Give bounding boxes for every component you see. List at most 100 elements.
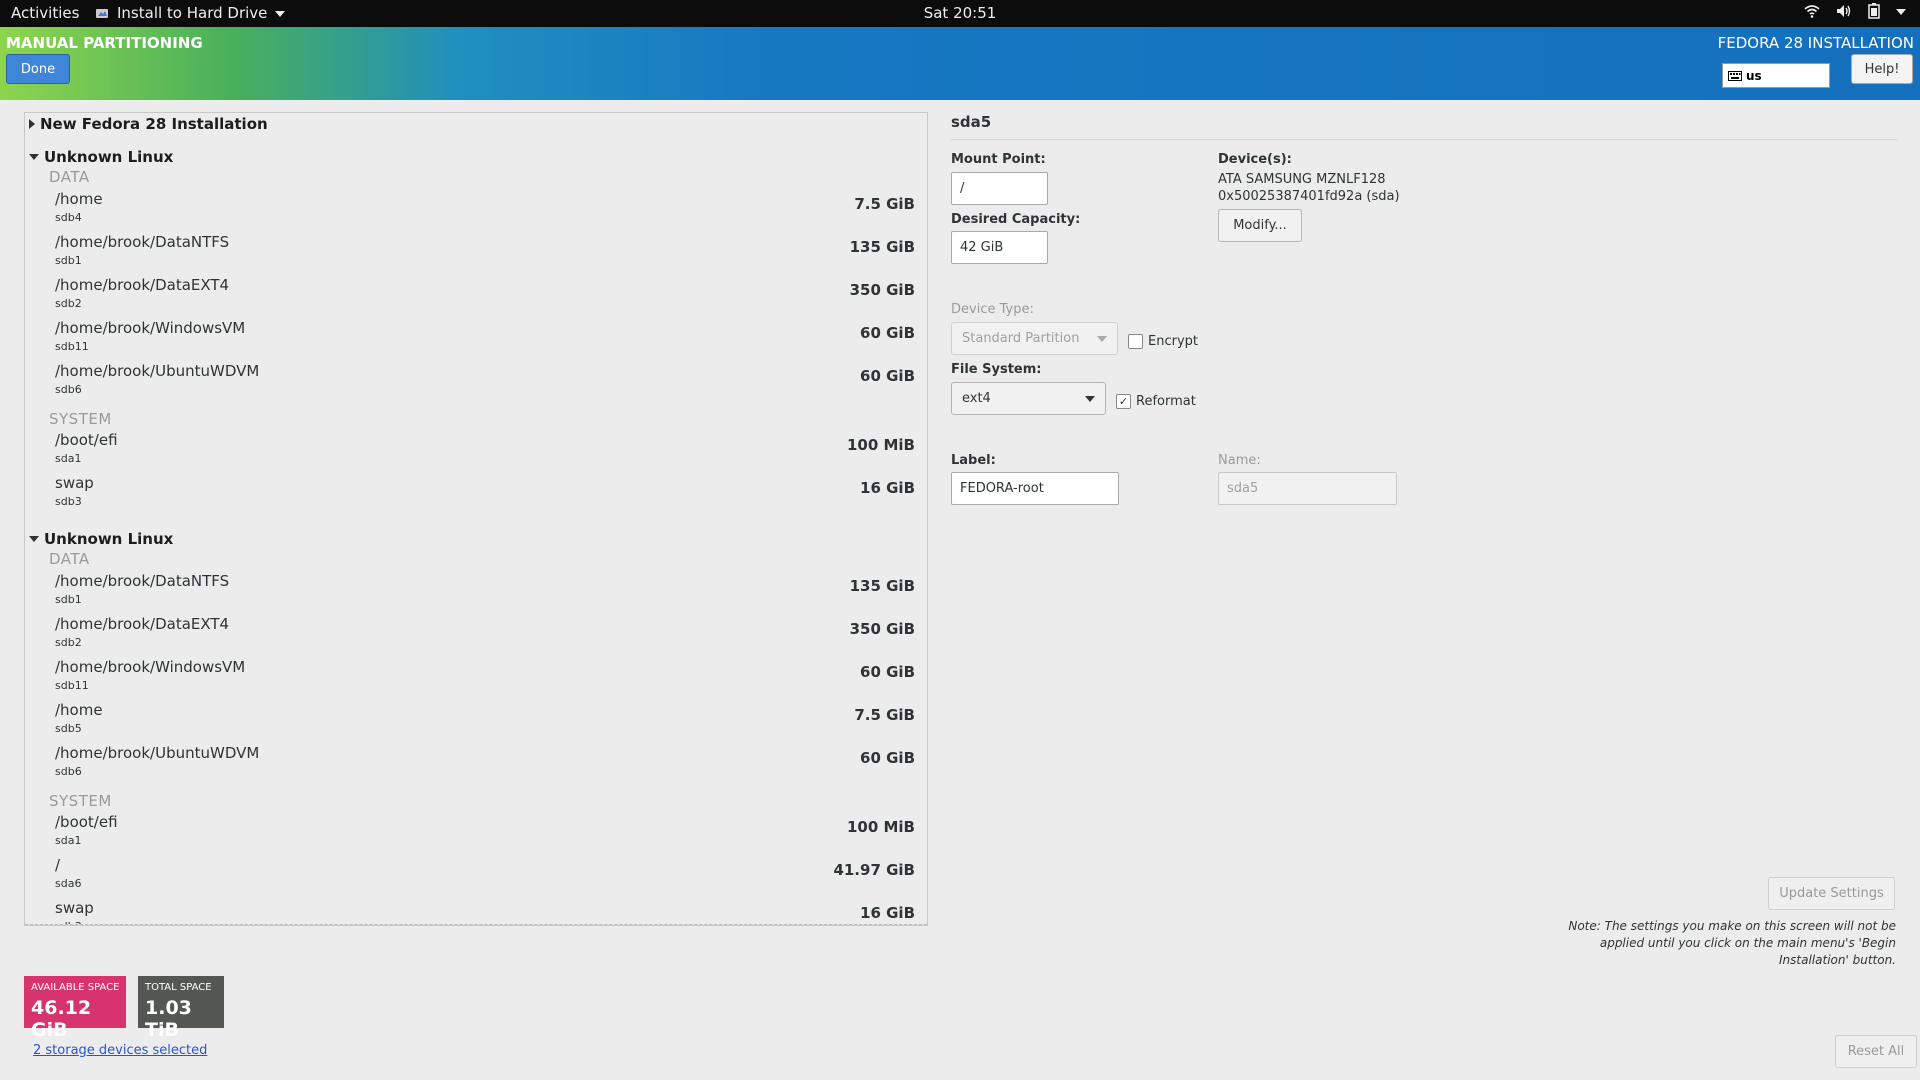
partition-row[interactable]: swap sdb3 16 GiB xyxy=(25,474,927,516)
device-name: sdb2 xyxy=(55,297,82,310)
available-space-badge: AVAILABLE SPACE 46.12 GiB xyxy=(24,976,126,1041)
mount-point: /home/brook/DataNTFS xyxy=(55,233,230,251)
battery-icon[interactable] xyxy=(1868,3,1880,19)
partition-size: 60 GiB xyxy=(860,367,915,385)
mount-point-input[interactable]: / xyxy=(951,172,1048,205)
tree-group-new-install[interactable]: New Fedora 28 Installation xyxy=(29,115,268,133)
volume-icon[interactable] xyxy=(1836,4,1852,18)
label-input[interactable]: FEDORA-root xyxy=(951,472,1119,505)
reset-all-button[interactable]: Reset All xyxy=(1835,1035,1917,1068)
installer-icon xyxy=(96,9,108,18)
tree-group-unknown-linux-1[interactable]: Unknown Linux xyxy=(29,148,173,166)
mount-point: / xyxy=(55,856,61,874)
partition-tree[interactable]: New Fedora 28 Installation Unknown Linux… xyxy=(25,113,927,925)
device-name: sdb4 xyxy=(55,211,82,224)
collapse-arrow-icon xyxy=(29,154,39,160)
mount-point: /home/brook/DataEXT4 xyxy=(55,276,230,294)
reformat-checkbox[interactable]: ✓ Reformat xyxy=(1116,394,1196,409)
partition-row[interactable]: /home sdb4 7.5 GiB xyxy=(25,190,927,232)
mount-point-label: Mount Point: xyxy=(951,152,1046,167)
device-name: sda6 xyxy=(55,877,82,890)
storage-devices-link[interactable]: 2 storage devices selected xyxy=(33,1043,207,1058)
desired-capacity-input[interactable]: 42 GiB xyxy=(951,231,1048,264)
tree-group-unknown-linux-2[interactable]: Unknown Linux xyxy=(29,530,173,548)
modify-button[interactable]: Modify... xyxy=(1218,209,1302,242)
mount-point: /home/brook/UbuntuWDVM xyxy=(55,362,260,380)
chevron-down-icon xyxy=(1097,336,1107,342)
device-name: sdb2 xyxy=(55,636,82,649)
divider xyxy=(951,139,1897,140)
mount-point: /home xyxy=(55,190,103,208)
checkbox-unchecked-icon xyxy=(1128,334,1143,349)
partition-row[interactable]: /home/brook/DataNTFS sdb1 135 GiB xyxy=(25,233,927,275)
partition-row[interactable]: /boot/efi sda1 100 MiB xyxy=(25,431,927,473)
checkbox-checked-icon: ✓ xyxy=(1116,394,1131,409)
partition-row[interactable]: /home/brook/DataNTFS sdb1 135 GiB xyxy=(25,572,927,614)
name-label: Name: xyxy=(1218,453,1261,468)
partition-row[interactable]: swap sdb3 16 GiB xyxy=(25,899,927,925)
device-type-select[interactable]: Standard Partition xyxy=(951,322,1118,355)
keyboard-layout-label: us xyxy=(1746,68,1762,83)
chevron-down-icon xyxy=(275,11,286,17)
partition-size: 100 MiB xyxy=(846,436,915,454)
update-settings-button[interactable]: Update Settings xyxy=(1768,877,1895,910)
device-name: sdb1 xyxy=(55,593,82,606)
encrypt-checkbox[interactable]: Encrypt xyxy=(1128,334,1198,349)
mount-point: /home/brook/UbuntuWDVM xyxy=(55,744,260,762)
partition-row[interactable]: /home/brook/UbuntuWDVM sdb6 60 GiB xyxy=(25,744,927,786)
device-name: sdb3 xyxy=(55,495,82,508)
partition-row[interactable]: /home/brook/WindowsVM sdb11 60 GiB xyxy=(25,658,927,700)
encrypt-label: Encrypt xyxy=(1148,334,1198,349)
device-name: sdb5 xyxy=(55,722,82,735)
activities-button[interactable]: Activities xyxy=(11,4,79,22)
partition-size: 16 GiB xyxy=(860,904,915,922)
file-system-value: ext4 xyxy=(962,391,991,406)
settings-note: Note: The settings you make on this scre… xyxy=(1568,919,1896,967)
device-name: sda1 xyxy=(55,834,82,847)
partition-size: 16 GiB xyxy=(860,479,915,497)
partition-row[interactable]: /home/brook/DataEXT4 sdb2 350 GiB xyxy=(25,276,927,318)
mount-point: /boot/efi xyxy=(55,813,118,831)
mount-point: swap xyxy=(55,474,94,492)
partition-row[interactable]: /boot/efi sda1 100 MiB xyxy=(25,813,927,855)
devices-label: Device(s): xyxy=(1218,152,1292,167)
partition-size: 135 GiB xyxy=(849,577,915,595)
section-title: DATA xyxy=(49,168,90,186)
help-button[interactable]: Help! xyxy=(1851,54,1913,84)
name-input[interactable]: sda5 xyxy=(1218,472,1397,505)
keyboard-layout-indicator[interactable]: us xyxy=(1722,63,1830,88)
device-name: sdb11 xyxy=(55,679,89,692)
wifi-icon[interactable] xyxy=(1804,4,1820,18)
available-space-label: AVAILABLE SPACE xyxy=(31,982,120,993)
partition-row[interactable]: /home sdb5 7.5 GiB xyxy=(25,701,927,743)
clock[interactable]: Sat 20:51 xyxy=(924,4,997,22)
selected-partition-title: sda5 xyxy=(951,113,992,131)
device-name: sdb6 xyxy=(55,383,82,396)
section-title: SYSTEM xyxy=(49,410,112,428)
chevron-down-icon xyxy=(1085,396,1095,402)
system-tray[interactable] xyxy=(1804,3,1906,19)
partition-size: 41.97 GiB xyxy=(833,861,915,879)
partition-size: 7.5 GiB xyxy=(854,706,915,724)
partition-size: 60 GiB xyxy=(860,749,915,767)
partition-size: 135 GiB xyxy=(849,238,915,256)
expand-arrow-icon xyxy=(29,119,35,129)
partition-size: 7.5 GiB xyxy=(854,195,915,213)
system-menu-icon[interactable] xyxy=(1896,9,1906,15)
partition-row[interactable]: /home/brook/UbuntuWDVM sdb6 60 GiB xyxy=(25,362,927,404)
keyboard-icon xyxy=(1728,70,1742,81)
available-space-value: 46.12 GiB xyxy=(31,997,92,1041)
done-button[interactable]: Done xyxy=(6,54,70,84)
product-title: FEDORA 28 INSTALLATION xyxy=(1717,34,1914,52)
partition-row[interactable]: /home/brook/WindowsVM sdb11 60 GiB xyxy=(25,319,927,361)
mount-point: /home/brook/DataEXT4 xyxy=(55,615,230,633)
desired-capacity-label: Desired Capacity: xyxy=(951,212,1081,227)
partition-row[interactable]: / sda6 41.97 GiB xyxy=(25,856,927,898)
device-type-value: Standard Partition xyxy=(962,331,1080,346)
device-type-label: Device Type: xyxy=(951,302,1034,317)
mount-point: /home/brook/WindowsVM xyxy=(55,658,246,676)
file-system-select[interactable]: ext4 xyxy=(951,382,1106,415)
partition-toolbar: + – ↻ xyxy=(25,924,927,925)
partition-row[interactable]: /home/brook/DataEXT4 sdb2 350 GiB xyxy=(25,615,927,657)
app-menu[interactable]: Install to Hard Drive xyxy=(95,4,286,22)
